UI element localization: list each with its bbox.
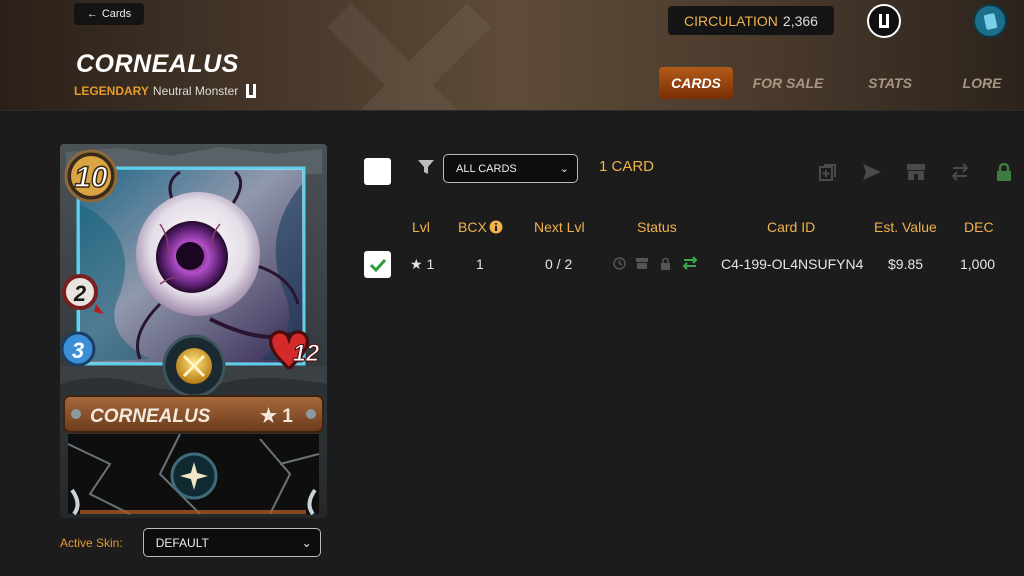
info-icon[interactable] xyxy=(489,220,503,234)
lock-icon[interactable] xyxy=(991,161,1017,183)
cell-card-id[interactable]: C4-199-OL4NSUFYN4 xyxy=(721,256,863,272)
circulation-value: 2,366 xyxy=(782,12,818,29)
back-button[interactable]: ← Cards xyxy=(74,3,144,25)
back-button-label: Cards xyxy=(101,8,132,20)
tab-bar: CARDS FOR SALE STATS LORE xyxy=(659,67,1024,99)
lock-status-icon xyxy=(658,256,672,270)
header-bcx[interactable]: BCX xyxy=(458,219,487,235)
header-status[interactable]: Status xyxy=(637,219,677,235)
card-subtitle: LEGENDARY Neutral Monster xyxy=(74,84,257,98)
tab-for-sale[interactable]: FOR SALE xyxy=(733,67,843,99)
chevron-down-icon: ⌄ xyxy=(301,535,312,550)
table-row[interactable]: ★ 1 1 0 / 2 C4-199-OL4NSUFYN4 $9.85 1,00… xyxy=(0,256,1024,276)
circulation-label: CIRCULATION xyxy=(684,12,778,29)
card-type-label: Neutral Monster xyxy=(152,84,239,98)
deck-icon[interactable] xyxy=(973,4,1007,38)
header-watermark: ✕ xyxy=(300,0,518,110)
market-status-icon xyxy=(635,256,649,270)
arrow-left-icon: ← xyxy=(86,8,98,20)
clock-icon xyxy=(612,256,626,270)
header-next-lvl[interactable]: Next Lvl xyxy=(534,219,585,235)
card-filter-select[interactable]: ALL CARDS ⌄ xyxy=(443,154,578,183)
card-name-text: CORNEALUS xyxy=(90,406,211,427)
transfer-status-icon[interactable] xyxy=(681,256,699,270)
card-count: 1 CARD xyxy=(599,158,655,175)
bulk-actions xyxy=(815,161,1017,183)
active-skin-row: Active Skin: DEFAULT ⌄ xyxy=(60,528,321,557)
circulation-badge: CIRCULATION 2,366 xyxy=(668,6,834,35)
cell-lvl: ★ 1 xyxy=(410,256,435,272)
cell-dec: 1,000 xyxy=(960,256,996,272)
active-skin-select[interactable]: DEFAULT ⌄ xyxy=(142,528,321,557)
combine-icon[interactable] xyxy=(815,161,841,183)
transfer-icon[interactable] xyxy=(947,161,973,183)
status-icons xyxy=(612,256,699,270)
tab-cards[interactable]: CARDS xyxy=(659,67,733,99)
attack-stat: 2 xyxy=(73,281,87,306)
tab-lore[interactable]: LORE xyxy=(937,67,1024,99)
card-filter-value: ALL CARDS xyxy=(456,162,517,175)
edition-badge-icon[interactable] xyxy=(867,4,901,38)
rarity-label: LEGENDARY xyxy=(74,84,149,98)
health-stat: 12 xyxy=(293,340,320,367)
speed-stat: 3 xyxy=(72,338,84,363)
header-dec[interactable]: DEC xyxy=(964,219,994,235)
header-card-id[interactable]: Card ID xyxy=(767,219,815,235)
header-lvl[interactable]: Lvl xyxy=(412,219,430,235)
cell-bcx: 1 xyxy=(476,256,484,272)
card-level-text: ★ 1 xyxy=(260,406,293,427)
active-skin-value: DEFAULT xyxy=(155,535,209,550)
mana-cost: 10 xyxy=(74,161,108,194)
filter-icon[interactable] xyxy=(417,158,435,176)
edition-icon xyxy=(246,84,257,98)
page-header: ✕ ← Cards CORNEALUS LEGENDARY Neutral Mo… xyxy=(0,0,1024,110)
cell-est-value: $9.85 xyxy=(888,256,924,272)
active-skin-label: Active Skin: xyxy=(60,535,123,550)
chevron-down-icon: ⌄ xyxy=(559,163,569,175)
header-divider xyxy=(0,110,1024,111)
tab-stats[interactable]: STATS xyxy=(843,67,937,99)
card-image: CORNEALUS ★ 1 10 2 3 12 xyxy=(60,144,327,518)
market-icon[interactable] xyxy=(903,161,929,183)
page-title: CORNEALUS xyxy=(76,50,239,78)
send-icon[interactable] xyxy=(859,161,885,183)
table-header: Lvl BCX Next Lvl Status Card ID Est. Val… xyxy=(0,219,1024,239)
cell-next-lvl: 0 / 2 xyxy=(545,256,573,272)
header-est-value[interactable]: Est. Value xyxy=(874,219,937,235)
select-all-checkbox[interactable] xyxy=(364,158,391,185)
